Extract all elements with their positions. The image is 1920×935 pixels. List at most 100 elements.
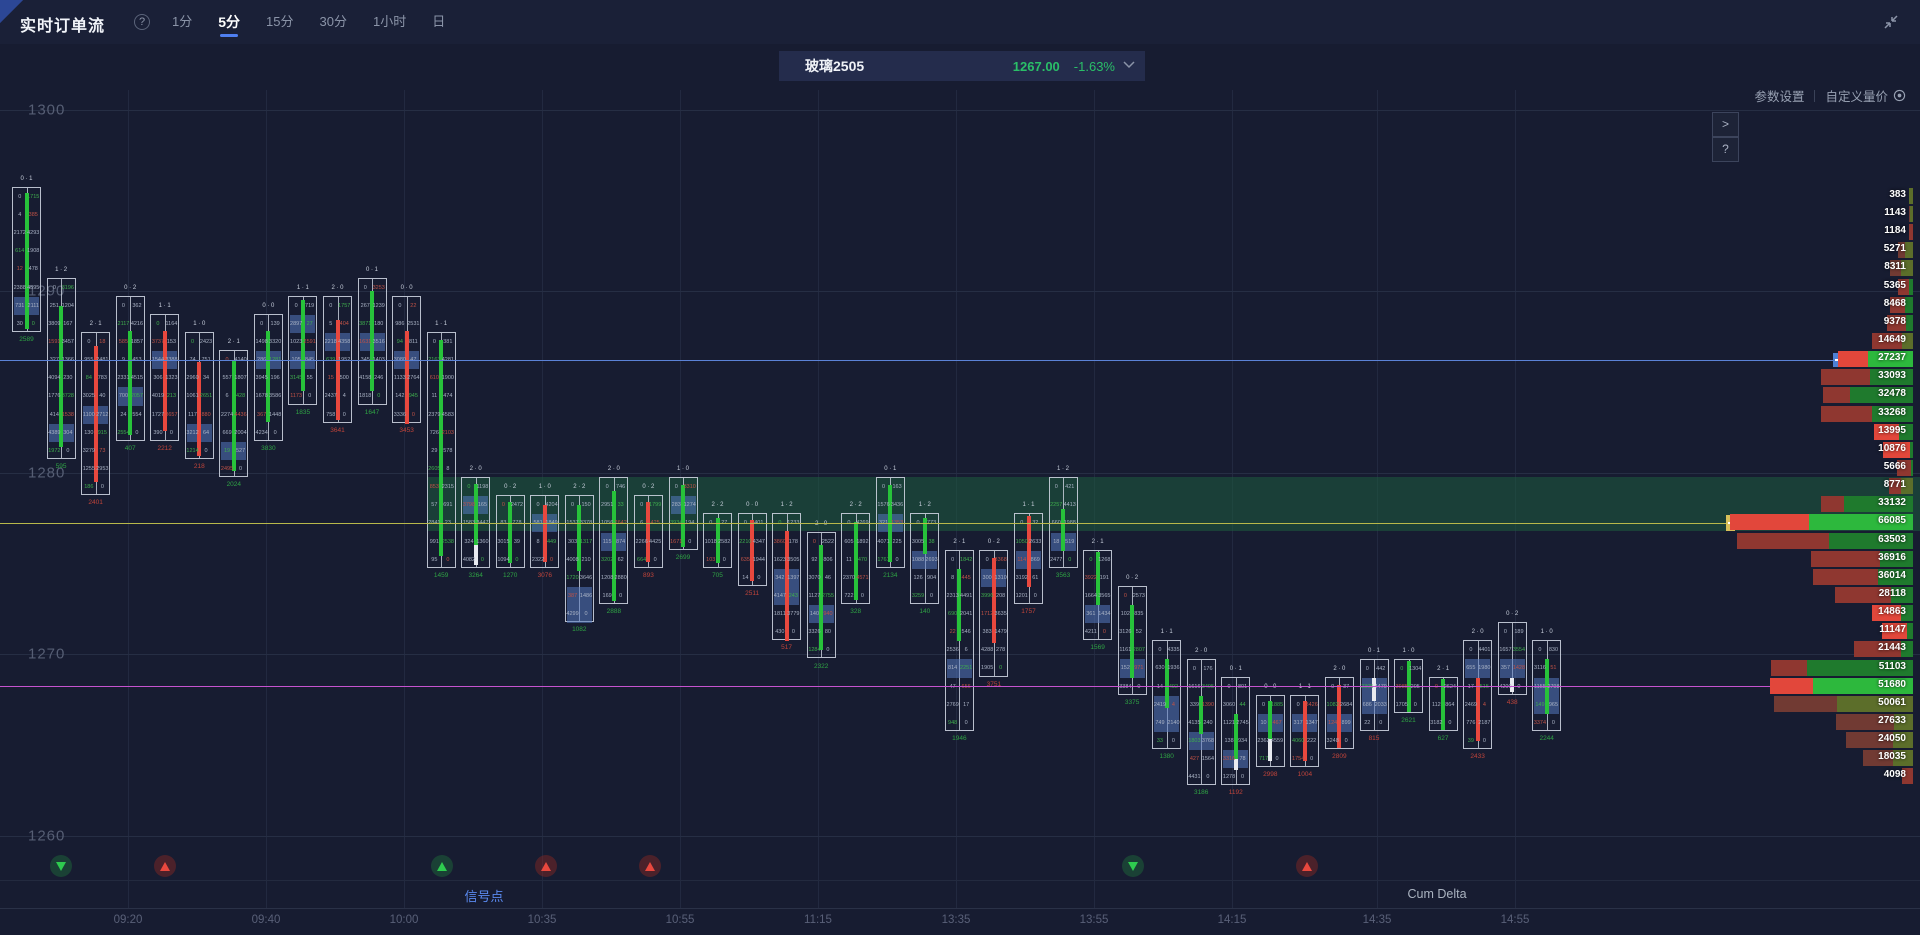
collapse-icon[interactable] xyxy=(1882,13,1900,31)
footprint-candle: 0336830013103996208171236353831479428827… xyxy=(979,550,1008,677)
bidask-cell: 1842 xyxy=(959,551,973,569)
tab-日[interactable]: 日 xyxy=(432,0,445,44)
bidask-cell: 2538 xyxy=(441,533,455,551)
settings-button[interactable]: 参数设置 xyxy=(1754,86,1804,105)
candle-imbalance-header: 2 · 2 xyxy=(573,484,585,490)
profile-buy-segment xyxy=(1905,242,1913,258)
bidask-cell: 2764 xyxy=(407,369,421,387)
bidask-cell: 0 xyxy=(635,496,649,514)
bidask-cell: 2591 xyxy=(303,333,317,351)
tab-30分[interactable]: 30分 xyxy=(320,0,347,44)
panel-help-button[interactable]: ? xyxy=(1712,137,1739,162)
bidask-cell: 1538 xyxy=(61,406,75,424)
bidask-cell: 1671 xyxy=(670,533,684,551)
bidask-cell: 11 xyxy=(842,551,856,569)
bidask-cell: 46 xyxy=(821,569,835,587)
bidask-cell: 367 xyxy=(255,406,269,424)
bidask-cell: 114 xyxy=(1015,551,1029,569)
bidask-cell: 191 xyxy=(1098,569,1112,587)
bidask-cell: 163 xyxy=(890,478,904,496)
bidask-cell: 0 xyxy=(462,478,476,496)
bidask-cell: 1127 xyxy=(808,587,822,605)
bidask-cell: 0 xyxy=(27,315,41,333)
bidask-cell: 2633 xyxy=(1029,533,1043,551)
bidask-cell: 4216 xyxy=(130,315,144,333)
bidask-cell: 8 xyxy=(946,569,960,587)
candle-delta-value: 705 xyxy=(712,572,723,579)
signal-marker-green xyxy=(1122,855,1144,877)
candle-delta-value: 2699 xyxy=(676,554,690,561)
bidask-cell: 57 xyxy=(428,496,442,514)
bidask-cell: 0 xyxy=(476,551,490,569)
profile-sell-segment xyxy=(1821,406,1872,422)
bidask-cell: 0 xyxy=(614,587,628,605)
candle-delta-value: 3264 xyxy=(468,572,482,579)
bidask-cell: 0 xyxy=(1464,641,1478,659)
contract-selector[interactable]: 玻璃2505 1267.00 -1.63% xyxy=(779,51,1145,81)
down-triangle-icon xyxy=(1128,862,1138,871)
bidask-cell: 4158 xyxy=(359,369,373,387)
bidask-cell: 2769 xyxy=(946,696,960,714)
bidask-cell: 2388 xyxy=(13,279,27,297)
bidask-cell: 0 xyxy=(186,333,200,351)
tab-5分[interactable]: 5分 xyxy=(218,0,240,44)
bidask-cell: 3316 xyxy=(1222,750,1236,768)
bidask-cell: 686 xyxy=(1361,696,1375,714)
bidask-cell: 0 xyxy=(1339,732,1353,750)
bidask-cell: 2379 xyxy=(428,406,442,424)
bidask-cell: 4211 xyxy=(1084,623,1098,641)
profile-row: 1143 xyxy=(1909,206,1913,222)
bidask-cell: 0 xyxy=(1270,750,1284,768)
bidask-cell: 29 xyxy=(428,442,442,460)
bidask-cell: 306 xyxy=(151,369,165,387)
bidask-cell: 4204 xyxy=(545,496,559,514)
expand-panel-button[interactable]: > xyxy=(1712,112,1739,137)
bidask-cell: 0 xyxy=(61,442,75,460)
bidask-cell: 2960 xyxy=(186,369,200,387)
bidask-cell: 3635 xyxy=(994,605,1008,623)
profile-row: 383 xyxy=(1909,188,1913,204)
bidask-cell: 22 xyxy=(946,623,960,641)
price-gridline xyxy=(0,291,1920,292)
tab-15分[interactable]: 15分 xyxy=(266,0,293,44)
tab-1小时[interactable]: 1小时 xyxy=(373,0,406,44)
chart-surface[interactable]: 1300129012801270126001715438521724293614… xyxy=(0,0,1920,935)
bidask-cell: 3436 xyxy=(890,496,904,514)
bidask-cell: 22 xyxy=(407,297,421,315)
bidask-cell: 2117 xyxy=(117,315,131,333)
candle-delta-value: 3375 xyxy=(1125,699,1139,706)
profile-row: 63503 xyxy=(1737,533,1913,549)
bidask-cell: 1498 xyxy=(255,333,269,351)
price-axis-label: 1260 xyxy=(28,827,65,844)
profile-value: 11147 xyxy=(1879,624,1906,635)
bidask-cell: 153 xyxy=(165,333,179,351)
bidask-cell: 246 xyxy=(372,369,386,387)
bidask-cell: 0 xyxy=(566,496,580,514)
footprint-candle: 0123338601781623350534213974147243181137… xyxy=(772,513,801,640)
candle-imbalance-header: 0 · 2 xyxy=(504,484,516,490)
signal-point-label[interactable]: 信号点 xyxy=(464,886,503,905)
tab-1分[interactable]: 1分 xyxy=(172,0,192,44)
bidask-cell: 103 xyxy=(704,551,718,569)
footprint-candle: 0150153733783031317400821017203646387148… xyxy=(565,495,594,622)
bidask-cell: 4571 xyxy=(856,569,870,587)
bidask-cell: 3202 xyxy=(600,551,614,569)
bidask-cell: 0 xyxy=(752,569,766,587)
bidask-cell: 4559 xyxy=(1270,732,1284,750)
candle-imbalance-header: 0 · 0 xyxy=(262,303,274,309)
footprint-candle: 0325326712393871180163135163451403415824… xyxy=(358,278,387,405)
bidask-cell: 948 xyxy=(946,714,960,732)
bidask-cell: 4 xyxy=(13,206,27,224)
bidask-cell: 0 xyxy=(393,297,407,315)
bidask-cell: 4299 xyxy=(566,605,580,623)
chart-toolbar: 参数设置 自定义量价 xyxy=(1754,86,1906,105)
bidask-cell: 554 xyxy=(130,406,144,424)
bidask-cell: 3657 xyxy=(165,406,179,424)
bidask-cell: 0 xyxy=(372,387,386,405)
candle-imbalance-header: 1 · 2 xyxy=(919,502,931,508)
custom-volume-button[interactable]: 自定义量价 xyxy=(1825,86,1906,105)
help-icon[interactable]: ? xyxy=(134,14,150,30)
profile-buy-segment xyxy=(1906,315,1912,331)
bidask-cell: 1208 xyxy=(600,569,614,587)
bidask-cell: 342 xyxy=(773,569,787,587)
